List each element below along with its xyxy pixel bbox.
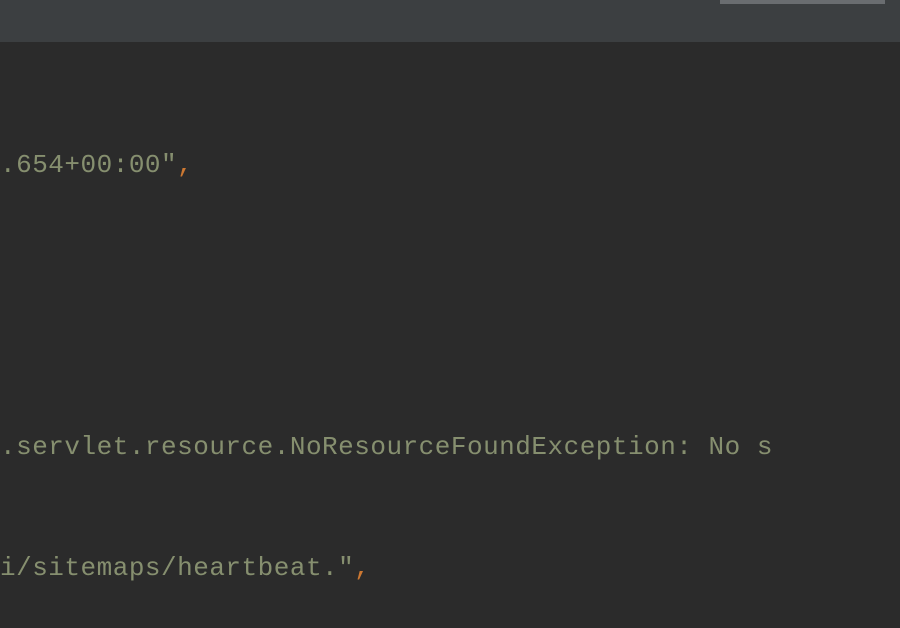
code-line: i/sitemaps/heartbeat.", bbox=[0, 548, 900, 588]
editor-top-bar bbox=[0, 0, 900, 42]
code-text: .servlet.resource.NoResourceFoundExcepti… bbox=[0, 432, 773, 462]
code-editor-area[interactable]: .654+00:00", .servlet.resource.NoResourc… bbox=[0, 42, 900, 628]
code-text: .654+00:00" bbox=[0, 150, 177, 180]
code-text: i/sitemaps/heartbeat." bbox=[0, 553, 354, 583]
top-bar-highlight bbox=[720, 0, 885, 4]
code-line: .654+00:00", bbox=[0, 145, 900, 185]
comma-token: , bbox=[354, 553, 370, 583]
code-line: .servlet.resource.NoResourceFoundExcepti… bbox=[0, 427, 900, 467]
comma-token: , bbox=[177, 150, 193, 180]
